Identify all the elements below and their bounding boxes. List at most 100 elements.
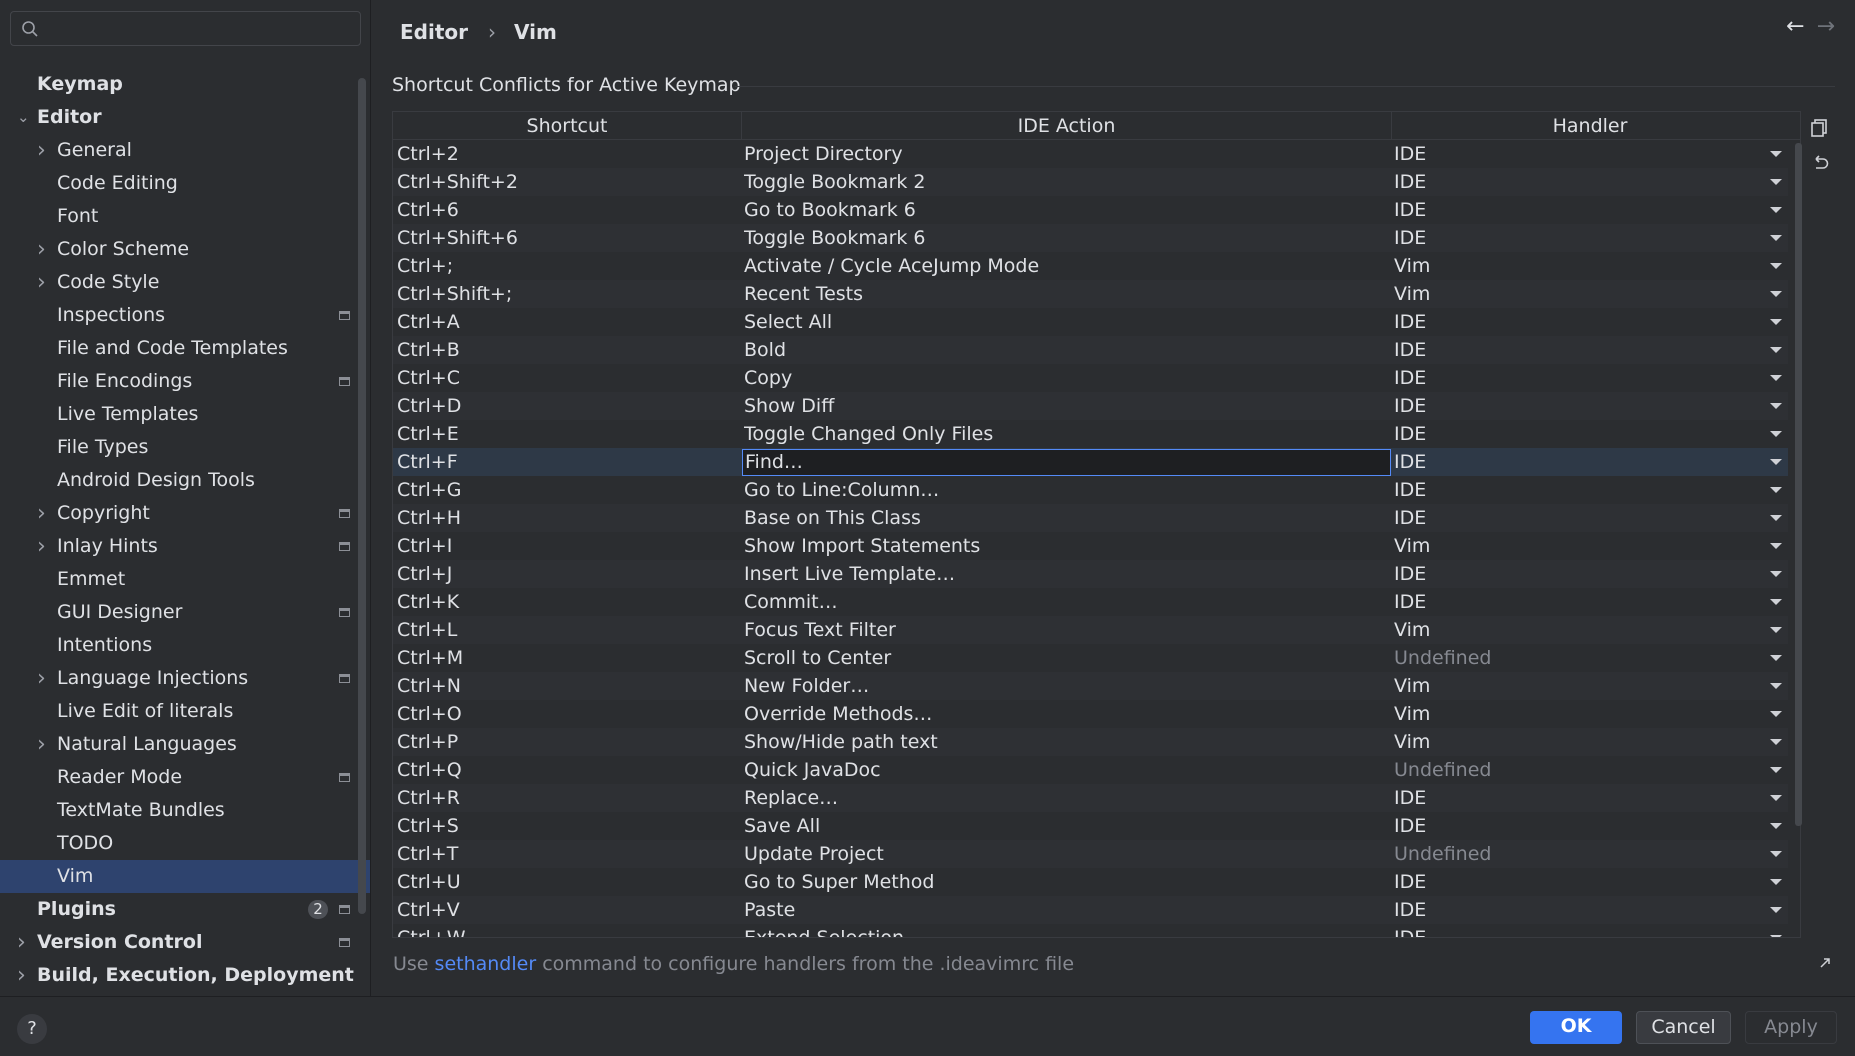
ok-button[interactable]: OK: [1530, 1011, 1622, 1044]
chevron-right-icon[interactable]: ›: [17, 926, 31, 959]
dropdown-arrow-icon[interactable]: [1770, 823, 1782, 829]
table-row[interactable]: Ctrl+C Copy IDE: [393, 364, 1788, 392]
dropdown-arrow-icon[interactable]: [1770, 151, 1782, 157]
dropdown-arrow-icon[interactable]: [1770, 795, 1782, 801]
dropdown-arrow-icon[interactable]: [1770, 599, 1782, 605]
sidebar-item-build-execution-deployment[interactable]: › Build, Execution, Deployment: [0, 959, 370, 992]
dropdown-arrow-icon[interactable]: [1770, 179, 1782, 185]
dropdown-arrow-icon[interactable]: [1770, 767, 1782, 773]
sidebar-item-keymap[interactable]: Keymap: [0, 68, 370, 101]
dropdown-arrow-icon[interactable]: [1770, 319, 1782, 325]
table-row[interactable]: Ctrl+L Focus Text Filter Vim: [393, 616, 1788, 644]
table-row[interactable]: Ctrl+K Commit… IDE: [393, 588, 1788, 616]
table-row[interactable]: Ctrl+V Paste IDE: [393, 896, 1788, 924]
chevron-right-icon[interactable]: ›: [37, 530, 51, 563]
dropdown-arrow-icon[interactable]: [1770, 571, 1782, 577]
sidebar-item-version-control[interactable]: › Version Control: [0, 926, 370, 959]
dropdown-arrow-icon[interactable]: [1770, 851, 1782, 857]
handler-select[interactable]: Vim: [1394, 252, 1774, 280]
handler-select[interactable]: IDE: [1394, 896, 1774, 924]
handler-select[interactable]: IDE: [1394, 392, 1774, 420]
sidebar-item-color-scheme[interactable]: › Color Scheme: [0, 233, 370, 266]
table-row[interactable]: Ctrl+N New Folder… Vim: [393, 672, 1788, 700]
column-header-handler[interactable]: Handler: [1392, 112, 1788, 140]
table-row[interactable]: Ctrl+F Find… IDE: [393, 448, 1788, 476]
sidebar-item-android-design-tools[interactable]: Android Design Tools: [0, 464, 370, 497]
dropdown-arrow-icon[interactable]: [1770, 431, 1782, 437]
sidebar-item-copyright[interactable]: › Copyright: [0, 497, 370, 530]
table-row[interactable]: Ctrl+2 Project Directory IDE: [393, 140, 1788, 168]
dropdown-arrow-icon[interactable]: [1770, 711, 1782, 717]
sidebar-item-live-templates[interactable]: Live Templates: [0, 398, 370, 431]
handler-select[interactable]: Undefined: [1394, 756, 1774, 784]
handler-select[interactable]: IDE: [1394, 504, 1774, 532]
table-row[interactable]: Ctrl+Shift+; Recent Tests Vim: [393, 280, 1788, 308]
sidebar-item-live-edit-of-literals[interactable]: Live Edit of literals: [0, 695, 370, 728]
column-header-shortcut[interactable]: Shortcut: [393, 112, 742, 140]
handler-select[interactable]: IDE: [1394, 868, 1774, 896]
handler-select[interactable]: IDE: [1394, 196, 1774, 224]
dropdown-arrow-icon[interactable]: [1770, 739, 1782, 745]
table-row[interactable]: Ctrl+G Go to Line:Column… IDE: [393, 476, 1788, 504]
dropdown-arrow-icon[interactable]: [1770, 459, 1782, 465]
handler-select[interactable]: IDE: [1394, 924, 1774, 937]
breadcrumb-parent[interactable]: Editor: [400, 20, 468, 44]
chevron-right-icon[interactable]: ›: [37, 134, 51, 167]
handler-select[interactable]: IDE: [1394, 308, 1774, 336]
table-row[interactable]: Ctrl+Shift+2 Toggle Bookmark 2 IDE: [393, 168, 1788, 196]
sidebar-item-file-encodings[interactable]: File Encodings: [0, 365, 370, 398]
sidebar-item-code-editing[interactable]: Code Editing: [0, 167, 370, 200]
table-row[interactable]: Ctrl+H Base on This Class IDE: [393, 504, 1788, 532]
sidebar-item-general[interactable]: › General: [0, 134, 370, 167]
sidebar-item-natural-languages[interactable]: › Natural Languages: [0, 728, 370, 761]
reset-icon[interactable]: [1808, 152, 1832, 176]
table-row[interactable]: Ctrl+J Insert Live Template… IDE: [393, 560, 1788, 588]
sidebar-item-file-and-code-templates[interactable]: File and Code Templates: [0, 332, 370, 365]
sidebar-item-textmate-bundles[interactable]: TextMate Bundles: [0, 794, 370, 827]
chevron-right-icon[interactable]: ›: [37, 233, 51, 266]
handler-select[interactable]: Vim: [1394, 616, 1774, 644]
table-row[interactable]: Ctrl+6 Go to Bookmark 6 IDE: [393, 196, 1788, 224]
sidebar-item-language-injections[interactable]: › Language Injections: [0, 662, 370, 695]
table-row[interactable]: Ctrl+T Update Project Undefined: [393, 840, 1788, 868]
handler-select[interactable]: IDE: [1394, 560, 1774, 588]
handler-select[interactable]: IDE: [1394, 784, 1774, 812]
sidebar-item-code-style[interactable]: › Code Style: [0, 266, 370, 299]
handler-select[interactable]: IDE: [1394, 476, 1774, 504]
dropdown-arrow-icon[interactable]: [1770, 235, 1782, 241]
handler-select[interactable]: IDE: [1394, 448, 1774, 476]
table-row[interactable]: Ctrl+Shift+6 Toggle Bookmark 6 IDE: [393, 224, 1788, 252]
dropdown-arrow-icon[interactable]: [1770, 487, 1782, 493]
sidebar-item-reader-mode[interactable]: Reader Mode: [0, 761, 370, 794]
dropdown-arrow-icon[interactable]: [1770, 935, 1782, 937]
table-row[interactable]: Ctrl+I Show Import Statements Vim: [393, 532, 1788, 560]
sidebar-item-inspections[interactable]: Inspections: [0, 299, 370, 332]
sidebar-scrollbar[interactable]: [358, 78, 366, 914]
handler-select[interactable]: IDE: [1394, 588, 1774, 616]
handler-select[interactable]: IDE: [1394, 812, 1774, 840]
dropdown-arrow-icon[interactable]: [1770, 907, 1782, 913]
table-row[interactable]: Ctrl+E Toggle Changed Only Files IDE: [393, 420, 1788, 448]
expand-icon[interactable]: [1818, 956, 1832, 970]
sidebar-item-file-types[interactable]: File Types: [0, 431, 370, 464]
handler-select[interactable]: Undefined: [1394, 840, 1774, 868]
sidebar-item-emmet[interactable]: Emmet: [0, 563, 370, 596]
copy-icon[interactable]: [1808, 116, 1832, 140]
back-arrow-icon[interactable]: ←: [1786, 14, 1804, 39]
settings-search-field[interactable]: [10, 11, 361, 46]
handler-select[interactable]: IDE: [1394, 364, 1774, 392]
table-row[interactable]: Ctrl+S Save All IDE: [393, 812, 1788, 840]
handler-select[interactable]: IDE: [1394, 420, 1774, 448]
handler-select[interactable]: IDE: [1394, 336, 1774, 364]
handler-select[interactable]: IDE: [1394, 168, 1774, 196]
dropdown-arrow-icon[interactable]: [1770, 879, 1782, 885]
sidebar-item-vim[interactable]: Vim: [0, 860, 370, 893]
sidebar-item-gui-designer[interactable]: GUI Designer: [0, 596, 370, 629]
sidebar-item-editor[interactable]: ⌄ Editor: [0, 101, 370, 134]
dropdown-arrow-icon[interactable]: [1770, 291, 1782, 297]
chevron-right-icon[interactable]: ›: [37, 497, 51, 530]
handler-select[interactable]: Vim: [1394, 672, 1774, 700]
dropdown-arrow-icon[interactable]: [1770, 627, 1782, 633]
sidebar-item-inlay-hints[interactable]: › Inlay Hints: [0, 530, 370, 563]
table-row[interactable]: Ctrl+W Extend Selection IDE: [393, 924, 1788, 937]
